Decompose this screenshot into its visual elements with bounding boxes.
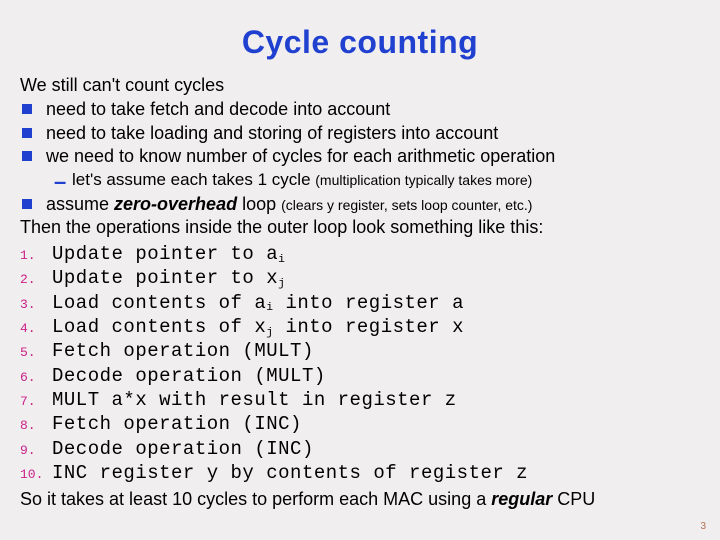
square-bullet-icon <box>22 151 32 161</box>
op-text: Load contents of xj into register x <box>52 315 464 339</box>
op-text: Decode operation (MULT) <box>52 364 326 388</box>
bullet-list: need to take fetch and decode into accou… <box>20 98 700 215</box>
op-text: Fetch operation (MULT) <box>52 339 314 363</box>
operation-item: 5. Fetch operation (MULT) <box>20 339 700 363</box>
op-text: INC register y by contents of register z <box>52 461 528 485</box>
op-number: 7. <box>20 394 52 411</box>
square-bullet-icon <box>22 104 32 114</box>
operation-item: 2. Update pointer to xj <box>20 266 700 290</box>
sub-bullet-text: let's assume each takes 1 cycle (multipl… <box>72 169 532 190</box>
operations-list: 1. Update pointer to ai 2. Update pointe… <box>20 242 700 485</box>
op-number: 2. <box>20 272 52 289</box>
op-text: Update pointer to xj <box>52 266 285 290</box>
page-number: 3 <box>700 521 706 532</box>
operation-item: 6. Decode operation (MULT) <box>20 364 700 388</box>
sub-bullet-item: – let's assume each takes 1 cycle (multi… <box>54 169 700 193</box>
bullet-text: assume zero-overhead loop (clears y regi… <box>46 193 532 216</box>
op-text: Load contents of ai into register a <box>52 291 464 315</box>
op-text: Fetch operation (INC) <box>52 412 302 436</box>
square-bullet-icon <box>22 128 32 138</box>
bullet-text: need to take loading and storing of regi… <box>46 122 498 145</box>
bullet-item: need to take fetch and decode into accou… <box>20 98 700 121</box>
op-number: 9. <box>20 443 52 460</box>
slide: Cycle counting We still can't count cycl… <box>0 0 720 540</box>
operation-item: 1. Update pointer to ai <box>20 242 700 266</box>
op-number: 8. <box>20 418 52 435</box>
op-number: 3. <box>20 297 52 314</box>
slide-title: Cycle counting <box>20 24 700 61</box>
transition-line: Then the operations inside the outer loo… <box>20 217 700 238</box>
bullet-text: need to take fetch and decode into accou… <box>46 98 390 121</box>
op-number: 6. <box>20 370 52 387</box>
operation-item: 7. MULT a*x with result in register z <box>20 388 700 412</box>
bullet-item: assume zero-overhead loop (clears y regi… <box>20 193 700 216</box>
bullet-item: we need to know number of cycles for eac… <box>20 145 700 168</box>
op-number: 10. <box>20 467 52 484</box>
square-bullet-icon <box>22 199 32 209</box>
operation-item: 8. Fetch operation (INC) <box>20 412 700 436</box>
op-number: 1. <box>20 248 52 265</box>
bullet-item: need to take loading and storing of regi… <box>20 122 700 145</box>
intro-line: We still can't count cycles <box>20 75 700 96</box>
op-text: MULT a*x with result in register z <box>52 388 457 412</box>
operation-item: 3. Load contents of ai into register a <box>20 291 700 315</box>
operation-item: 9. Decode operation (INC) <box>20 437 700 461</box>
operation-item: 4. Load contents of xj into register x <box>20 315 700 339</box>
op-text: Decode operation (INC) <box>52 437 314 461</box>
conclusion-line: So it takes at least 10 cycles to perfor… <box>20 489 700 510</box>
dash-icon: – <box>54 171 72 193</box>
op-number: 5. <box>20 345 52 362</box>
op-number: 4. <box>20 321 52 338</box>
op-text: Update pointer to ai <box>52 242 285 266</box>
operation-item: 10. INC register y by contents of regist… <box>20 461 700 485</box>
bullet-text: we need to know number of cycles for eac… <box>46 145 555 168</box>
